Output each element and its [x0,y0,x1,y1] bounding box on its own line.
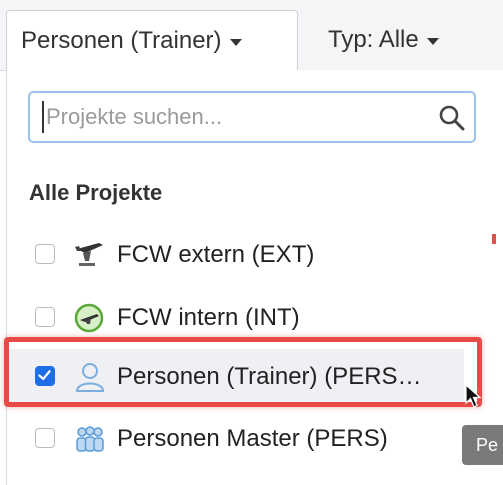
project-item[interactable]: Personen Master (PERS) [6,411,464,467]
project-item-selected[interactable]: Personen (Trainer) (PERS… [6,349,464,405]
project-checkbox[interactable] [35,307,55,327]
project-checkbox[interactable] [35,428,55,448]
project-label: Personen Master (PERS) [117,425,388,452]
project-item[interactable]: FCW extern (EXT) [6,227,464,283]
checkmark-icon [38,370,51,381]
project-checkbox[interactable] [35,244,55,264]
person-icon [75,363,105,392]
project-label: FCW intern (INT) [117,304,300,331]
filter-bar: Personen (Trainer) Typ: Alle [0,0,503,71]
people-group-icon [76,426,104,452]
tooltip: Pe [462,425,503,465]
airplane-icon [75,243,103,266]
mouse-cursor-icon [465,383,482,408]
type-filter-label: Typ: Alle [328,26,419,53]
type-filter-dropdown[interactable]: Typ: Alle [312,10,492,70]
project-label: Personen (Trainer) (PERS… [117,363,422,390]
all-projects-heading: Alle Projekte [29,180,163,205]
project-search-input[interactable] [42,101,428,133]
project-filter-label: Personen (Trainer) [21,27,222,54]
caret-down-icon [229,38,242,46]
project-checkbox-checked[interactable] [35,366,55,386]
background-mark [492,234,496,244]
caret-down-icon [426,37,439,45]
tooltip-text: Pe [476,434,499,455]
project-search-box [28,91,476,143]
airplane-circle-icon [74,303,104,333]
project-filter-dropdown[interactable]: Personen (Trainer) [6,10,298,71]
search-icon[interactable] [438,104,466,132]
project-item[interactable]: FCW intern (INT) [6,290,464,346]
project-label: FCW extern (EXT) [117,241,315,268]
